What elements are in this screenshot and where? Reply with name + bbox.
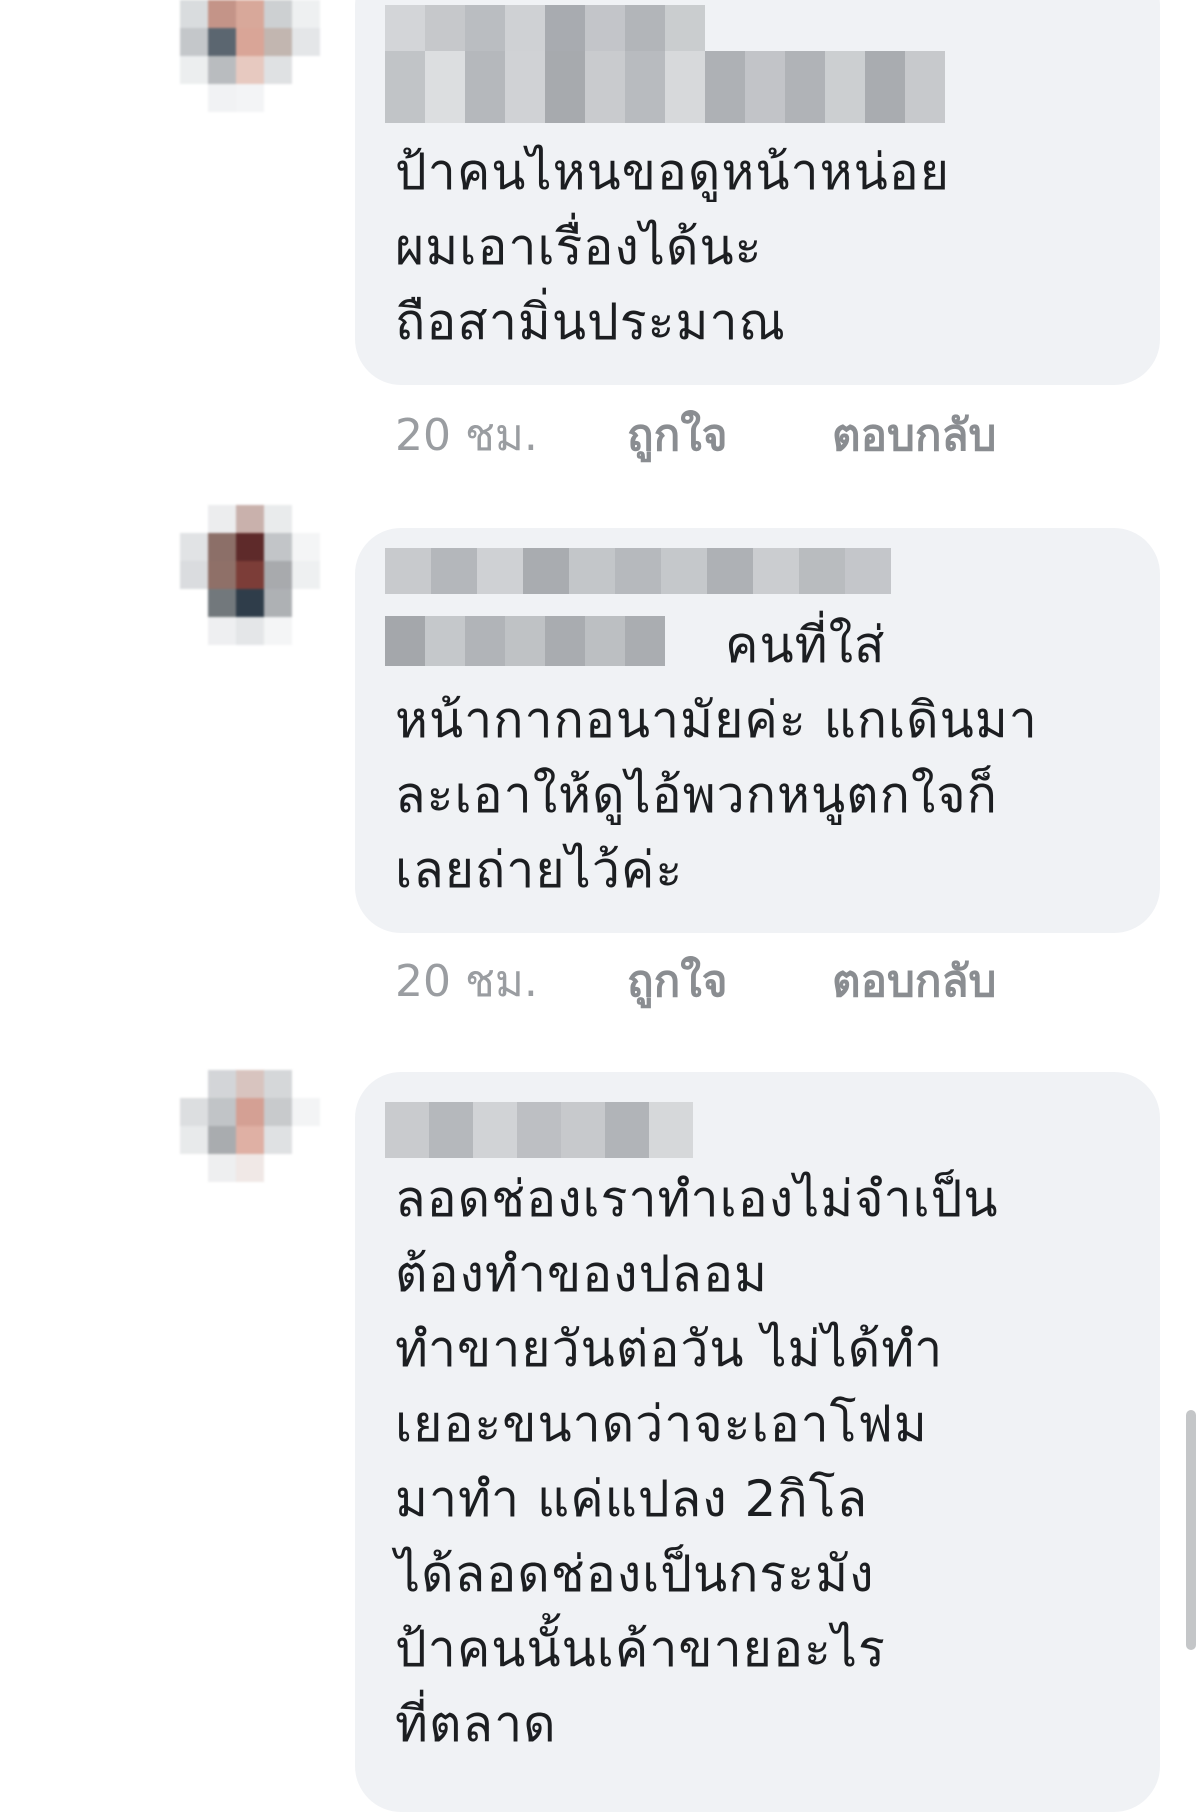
comment-text: ป้าคนไหนขอดูหน้าหน่อย ผมเอาเรื่องได้นะ ถ… xyxy=(395,143,951,351)
comment-bubble: ลอดช่องเราทำเองไม่จำเป็น ต้องทำของปลอม ท… xyxy=(355,1072,1160,1812)
like-button[interactable]: ถูกใจ xyxy=(627,946,832,1016)
commenter-subtitle-blurred xyxy=(385,51,945,123)
avatar[interactable] xyxy=(180,0,320,140)
comment-timestamp[interactable]: 20 ชม. xyxy=(395,946,627,1016)
commenter-name-blurred[interactable] xyxy=(385,5,705,51)
avatar[interactable] xyxy=(180,505,320,645)
commenter-name-blurred[interactable] xyxy=(385,1102,693,1158)
comment-timestamp[interactable]: 20 ชม. xyxy=(395,400,627,470)
comment-actions: 20 ชม. ถูกใจ ตอบกลับ xyxy=(395,400,996,470)
avatar[interactable] xyxy=(180,1070,320,1210)
comment-bubble: ป้าคนไหนขอดูหน้าหน่อย ผมเอาเรื่องได้นะ ถ… xyxy=(355,0,1160,385)
comment-text: คนที่ใส่ หน้ากากอนามัยค่ะ แกเดินมา ละเอา… xyxy=(395,616,1038,899)
reply-button[interactable]: ตอบกลับ xyxy=(832,946,996,1016)
comment-thread: ป้าคนไหนขอดูหน้าหน่อย ผมเอาเรื่องได้นะ ถ… xyxy=(0,0,1200,1812)
commenter-name-blurred[interactable] xyxy=(385,548,891,594)
like-button[interactable]: ถูกใจ xyxy=(627,400,832,470)
comment-text: ลอดช่องเราทำเองไม่จำเป็น ต้องทำของปลอม ท… xyxy=(395,1170,999,1753)
scrollbar[interactable] xyxy=(1186,1410,1196,1650)
comment-bubble: คนที่ใส่ หน้ากากอนามัยค่ะ แกเดินมา ละเอา… xyxy=(355,528,1160,933)
comment-actions: 20 ชม. ถูกใจ ตอบกลับ xyxy=(395,946,996,1016)
reply-button[interactable]: ตอบกลับ xyxy=(832,400,996,470)
